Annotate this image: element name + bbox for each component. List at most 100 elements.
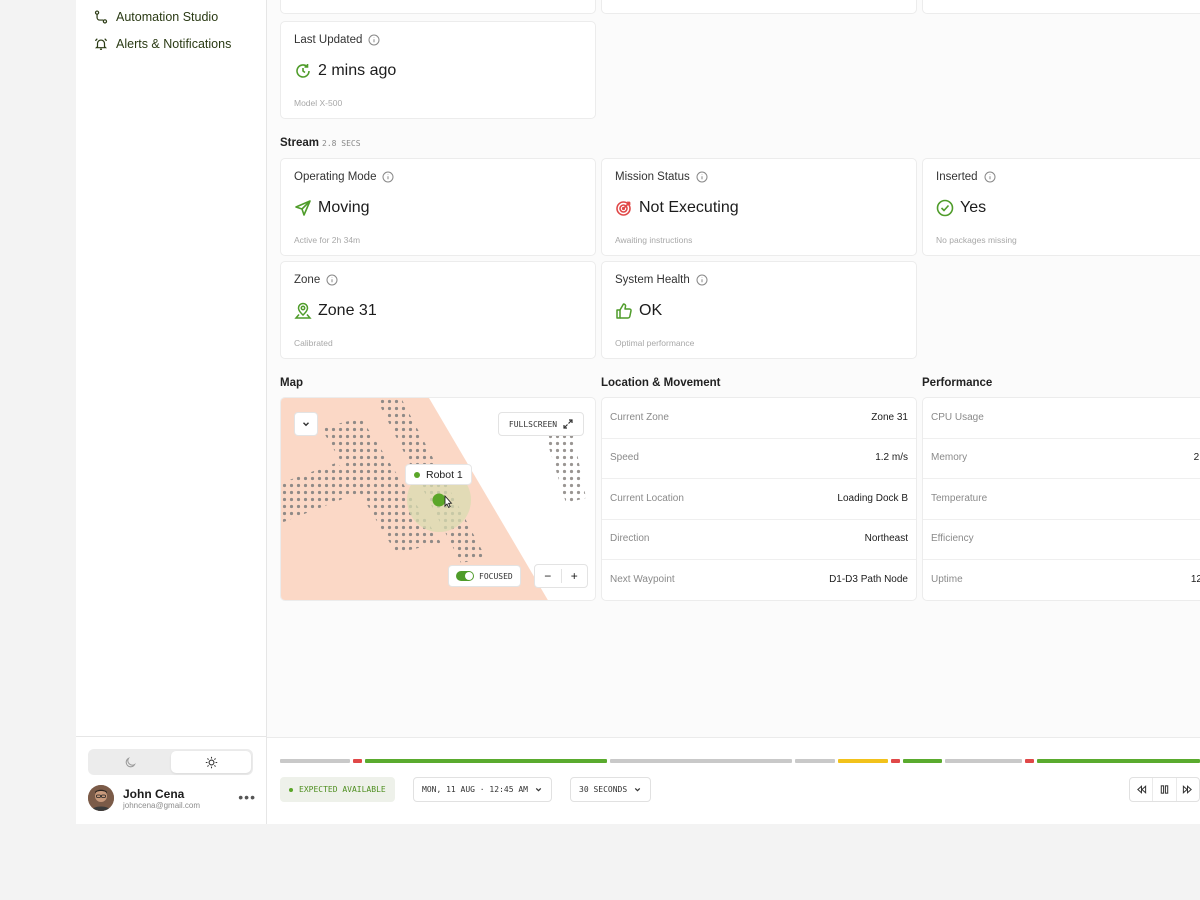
info-icon[interactable] [382, 171, 394, 183]
timeline-segment[interactable] [795, 759, 835, 763]
thumbs-up-icon [616, 303, 632, 319]
table-row: Direction Northeast [602, 519, 916, 560]
fullscreen-button[interactable]: FULLSCREEN [498, 412, 584, 436]
target-icon [616, 201, 631, 216]
card-subtext: Optimal performance [615, 338, 695, 348]
system-health-card: System Health OK Optimal performance [601, 261, 917, 359]
expand-icon [563, 419, 573, 429]
table-row: Uptime12 [931, 574, 1200, 585]
card-value: Yes [960, 199, 987, 216]
zoom-out-button[interactable]: − [535, 569, 562, 583]
rewind-button[interactable] [1130, 778, 1154, 801]
bell-ring-icon [94, 38, 108, 50]
sidebar-item-automation-studio[interactable]: Automation Studio [94, 10, 218, 24]
performance-table: CPU Usage Memory2. Temperature Efficienc… [922, 397, 1200, 601]
user-email: johncena@gmail.com [123, 801, 201, 810]
timeline-segment[interactable] [838, 759, 888, 763]
card-subtext: No packages missing [936, 235, 1017, 245]
sidebar-item-alerts[interactable]: Alerts & Notifications [94, 37, 231, 51]
card-value: 2 mins ago [318, 62, 397, 79]
timeline-segment[interactable] [280, 759, 350, 763]
sidebar: Automation Studio Alerts & Notifications… [76, 0, 267, 824]
sun-icon [205, 756, 217, 768]
focused-toggle[interactable]: FOCUSED [448, 565, 521, 587]
table-row: Speed 1.2 m/s [602, 438, 916, 479]
info-icon[interactable] [326, 274, 338, 286]
table-row: Temperature [923, 479, 1200, 520]
robot-status-dot [414, 471, 420, 478]
table-row: CPU Usage [923, 398, 1200, 439]
pause-button[interactable] [1153, 778, 1177, 801]
interval-select[interactable]: 30 SECONDS [570, 777, 652, 802]
chevron-down-icon [535, 787, 542, 792]
timeline-segment[interactable] [610, 759, 792, 763]
user-name: John Cena [123, 787, 185, 801]
timeline-segment[interactable] [353, 759, 362, 763]
timeline-segment[interactable] [1037, 759, 1200, 763]
availability-status: EXPECTED AVAILABLE [280, 777, 395, 802]
rewind-icon [1136, 785, 1146, 794]
top-card-2 [601, 0, 917, 14]
card-subtext: Active for 2h 34m [294, 235, 361, 245]
mission-status-card: Mission Status Not Executing Awaiting in… [601, 158, 917, 256]
zoom-in-button[interactable]: + [562, 569, 588, 583]
table-row: Current Location Loading Dock B [602, 479, 916, 520]
timeline-segment[interactable] [903, 759, 942, 763]
top-card-3 [922, 0, 1200, 14]
timeline-segment[interactable] [891, 759, 900, 763]
info-icon[interactable] [984, 171, 996, 183]
last-updated-card: Last Updated 2 mins ago Model X-500 [280, 21, 596, 119]
card-label: System Health [615, 274, 690, 286]
stream-title: Stream 2.8 SECS [280, 137, 361, 149]
dark-mode-button[interactable] [90, 751, 170, 773]
route-icon [94, 10, 108, 24]
zoom-controls: − + [534, 564, 588, 588]
operating-mode-card: Operating Mode Moving Active for 2h 34m [280, 158, 596, 256]
check-circle-icon [936, 199, 954, 217]
sidebar-item-label: Alerts & Notifications [116, 37, 232, 51]
timeline-segment[interactable] [365, 759, 607, 763]
map-collapse-button[interactable] [294, 412, 318, 436]
card-label: Mission Status [615, 171, 690, 183]
card-label: Zone [294, 274, 321, 286]
performance-title: Performance [922, 377, 993, 389]
moon-icon [125, 756, 136, 767]
info-icon[interactable] [696, 274, 708, 286]
map-title: Map [280, 377, 303, 389]
timeline-segment[interactable] [1025, 759, 1034, 763]
chevron-down-icon [634, 787, 641, 792]
card-subtext: Model X-500 [294, 98, 343, 108]
table-row: Next Waypoint D1-D3 Path Node [610, 574, 908, 585]
status-dot [289, 787, 293, 792]
chevron-down-icon [303, 422, 309, 427]
info-icon[interactable] [696, 171, 708, 183]
card-value: Moving [318, 199, 370, 216]
timeline-segment[interactable] [945, 759, 1022, 763]
map-pin-icon [294, 302, 312, 319]
user-profile[interactable]: John Cena johncena@gmail.com ••• [88, 783, 256, 813]
focus-switch[interactable] [456, 571, 474, 581]
theme-toggle [88, 749, 253, 775]
datetime-select[interactable]: MON, 11 AUG · 12:45 AM [413, 777, 552, 802]
robot-label[interactable]: Robot 1 [405, 464, 472, 485]
info-icon[interactable] [368, 34, 380, 46]
sidebar-footer: John Cena johncena@gmail.com ••• [76, 736, 266, 824]
light-mode-button[interactable] [171, 751, 251, 773]
fast-forward-button[interactable] [1177, 778, 1199, 801]
refresh-clock-icon [296, 64, 310, 78]
pause-icon [1160, 785, 1169, 794]
card-label: Last Updated [294, 34, 363, 46]
card-value: OK [639, 302, 663, 319]
top-card-1 [280, 0, 596, 14]
location-title: Location & Movement [601, 377, 721, 389]
playback-controls [1129, 777, 1200, 802]
card-label: Operating Mode [294, 171, 377, 183]
fast-forward-icon [1183, 785, 1193, 794]
card-value: Zone 31 [318, 302, 377, 319]
stream-secs: 2.8 SECS [322, 139, 361, 148]
sidebar-item-label: Automation Studio [116, 10, 219, 24]
table-row: Efficiency [923, 519, 1200, 560]
map-view[interactable]: FULLSCREEN Robot 1 FOCUSED − + [280, 397, 596, 601]
card-subtext: Calibrated [294, 338, 333, 348]
more-options-icon[interactable]: ••• [238, 789, 256, 805]
